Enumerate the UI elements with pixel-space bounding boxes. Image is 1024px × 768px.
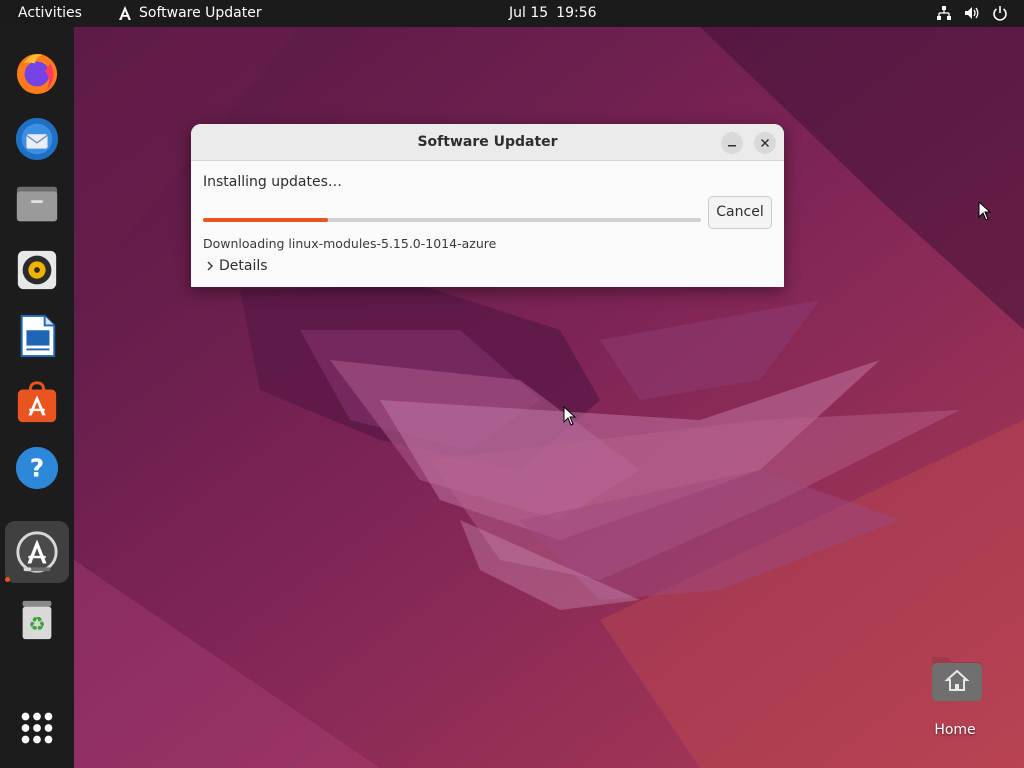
app-center-icon [17, 381, 57, 423]
volume-icon[interactable] [964, 5, 980, 21]
app-grid-icon [21, 712, 53, 744]
clock-date: Jul 15 [509, 5, 549, 21]
firefox-icon [16, 53, 58, 95]
details-expander[interactable]: Details [205, 258, 268, 274]
status-text: Installing updates… [203, 174, 342, 190]
help-icon: ? [15, 446, 59, 490]
dock-item-firefox[interactable] [5, 42, 69, 104]
trash-icon: ♻ [22, 600, 52, 640]
app-menu[interactable]: Software Updater [117, 5, 262, 21]
dock-item-trash[interactable]: ♻ [5, 589, 69, 651]
software-updater-small-icon [119, 6, 131, 20]
chevron-right-icon [207, 261, 213, 271]
minimize-button[interactable] [721, 132, 743, 154]
writer-icon [20, 314, 56, 358]
dialog-title: Software Updater [417, 134, 558, 150]
dock-item-app-center[interactable] [5, 371, 69, 433]
progress-fill [203, 218, 328, 222]
cancel-button[interactable]: Cancel [708, 196, 772, 229]
minimize-icon [728, 145, 736, 147]
svg-text:♻: ♻ [28, 613, 45, 636]
close-icon [760, 138, 770, 148]
software-updater-icon [16, 531, 58, 573]
desktop: Activities Software Updater Jul 15 19:56 [0, 0, 1024, 768]
files-icon [16, 186, 58, 222]
dock-item-rhythmbox[interactable] [5, 239, 69, 301]
dock-item-show-apps[interactable] [5, 697, 69, 759]
top-bar: Activities Software Updater Jul 15 19:56 [0, 0, 1024, 27]
dock-item-help[interactable]: ? [5, 437, 69, 499]
wallpaper [0, 0, 1024, 768]
progress-bar [203, 218, 701, 222]
close-button[interactable] [754, 132, 776, 154]
dialog-header[interactable]: Software Updater [191, 124, 784, 161]
rhythmbox-icon [17, 250, 57, 290]
dock-item-files[interactable] [5, 173, 69, 235]
home-label: Home [934, 722, 976, 738]
thunderbird-icon [15, 117, 59, 161]
dock-item-writer[interactable] [5, 305, 69, 367]
mouse-cursor-icon [978, 201, 992, 221]
mouse-cursor-icon [563, 406, 577, 426]
download-status: Downloading linux-modules-5.15.0-1014-az… [203, 236, 497, 251]
dock-item-thunderbird[interactable] [5, 108, 69, 170]
desktop-home-icon[interactable]: Home [921, 655, 989, 740]
activities-button[interactable]: Activities [18, 5, 82, 21]
clock[interactable]: Jul 15 19:56 [509, 5, 605, 21]
system-tray[interactable] [936, 5, 1008, 21]
svg-text:?: ? [30, 454, 44, 483]
dock: ? ♻ [0, 27, 74, 768]
app-menu-label: Software Updater [139, 5, 262, 21]
details-label: Details [219, 258, 268, 274]
home-folder-icon [932, 657, 982, 701]
dock-item-software-updater[interactable] [5, 521, 69, 583]
software-updater-dialog: Software Updater Installing updates… Can… [191, 124, 784, 287]
clock-time: 19:56 [556, 5, 597, 21]
power-icon[interactable] [992, 5, 1008, 21]
running-indicator [5, 577, 10, 582]
network-icon[interactable] [936, 5, 952, 21]
